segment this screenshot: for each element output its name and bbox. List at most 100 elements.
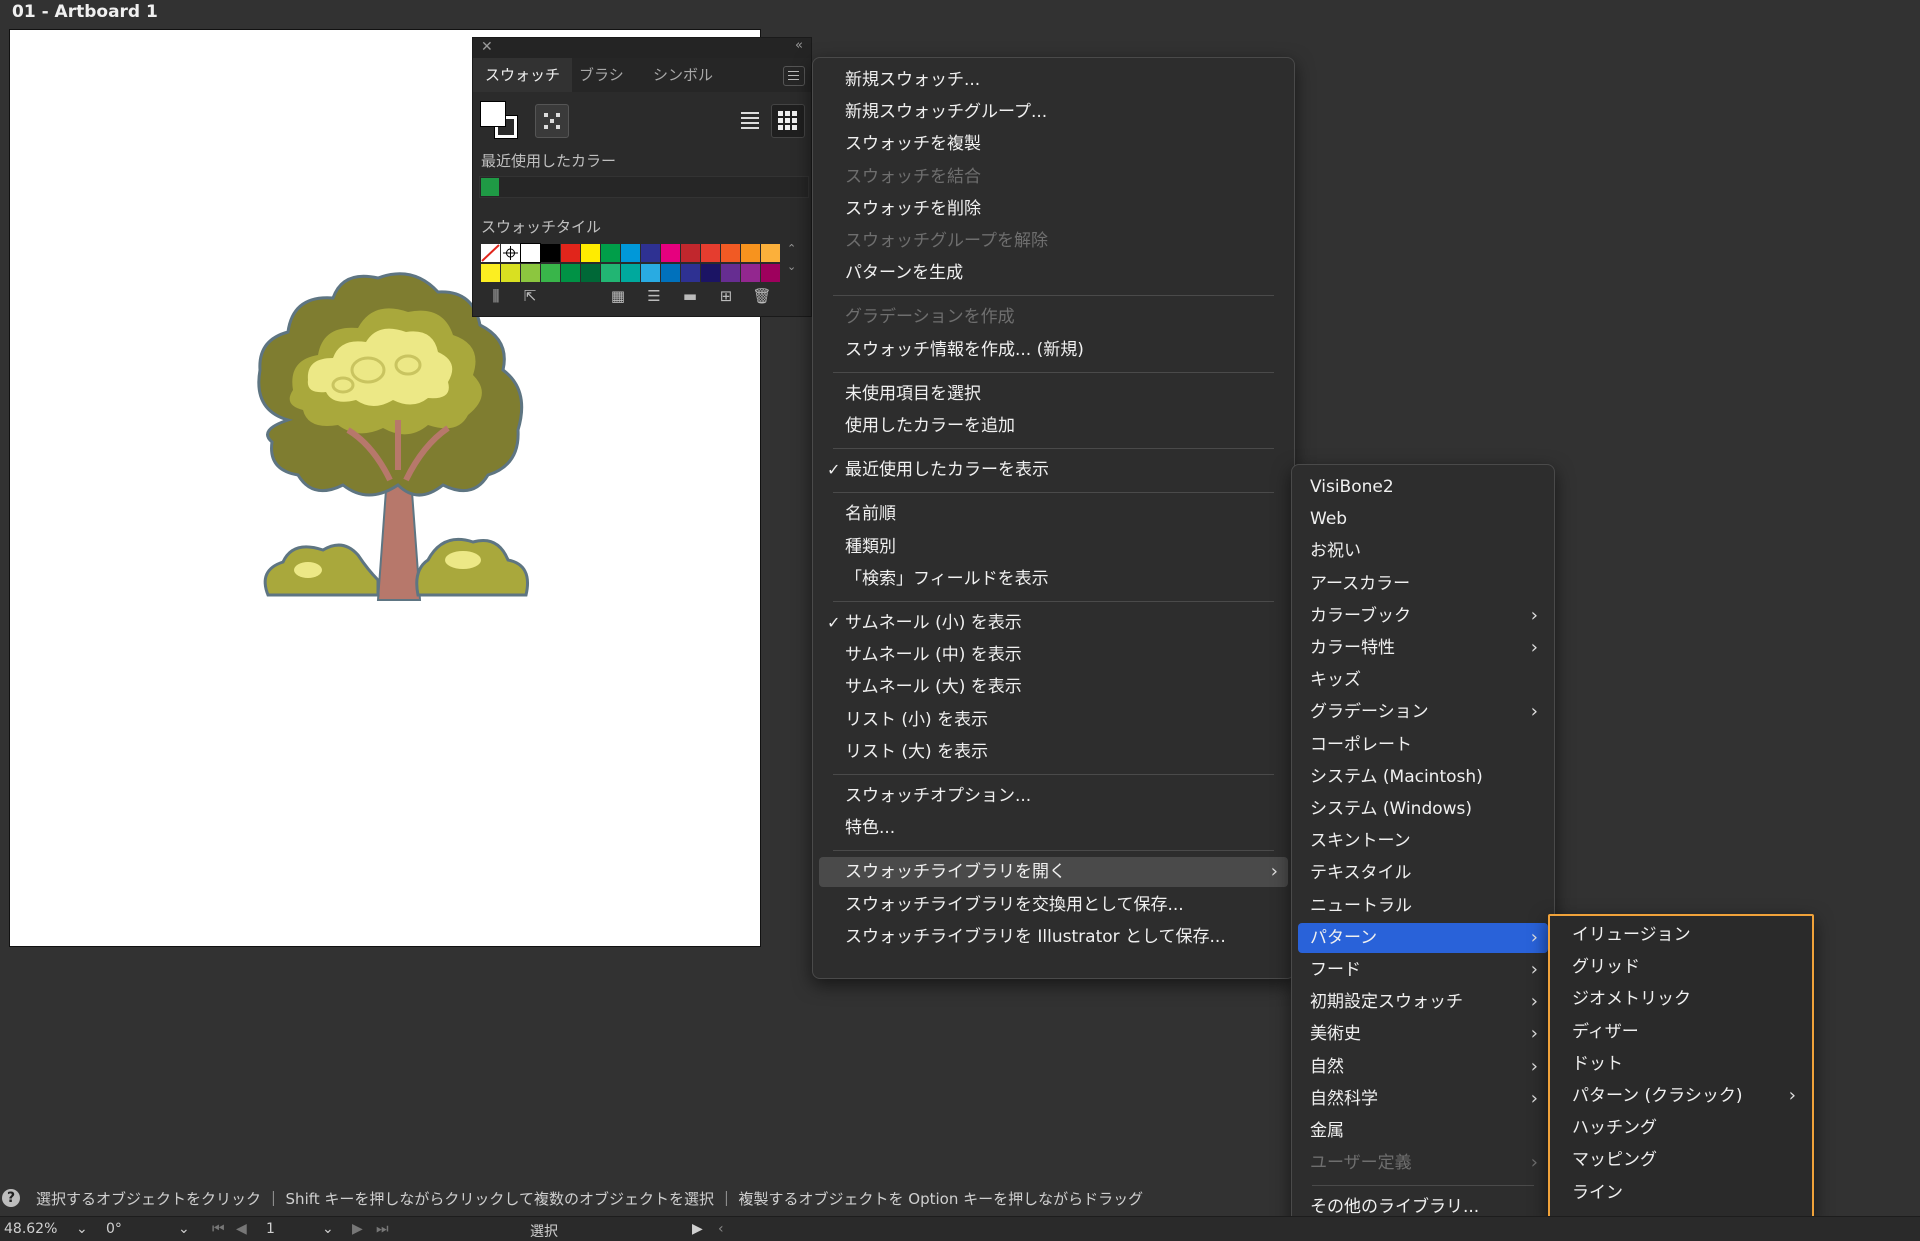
menu-item-14[interactable]: 「検索」フィールドを表示 <box>819 564 1288 594</box>
menu-item-8[interactable]: スウォッチ情報を作成... (新規) <box>819 335 1288 365</box>
swatch-cell[interactable] <box>661 244 680 262</box>
swatch-cell[interactable] <box>761 264 780 282</box>
library-item-2[interactable]: お祝い <box>1298 536 1548 566</box>
library-item-5[interactable]: カラー特性 › <box>1298 633 1548 663</box>
library-item-20[interactable]: 金属 <box>1298 1116 1548 1146</box>
menu-item-1[interactable]: 新規スウォッチグループ... <box>819 97 1288 127</box>
library-item-12[interactable]: テキスタイル <box>1298 858 1548 888</box>
menu-item-2[interactable]: スウォッチを複製 <box>819 129 1288 159</box>
swatch-cell[interactable] <box>581 264 600 282</box>
swatch-cell[interactable] <box>561 244 580 262</box>
new-swatch-icon[interactable]: ⊞ <box>715 286 737 306</box>
menu-item-0[interactable]: 新規スウォッチ... <box>819 65 1288 95</box>
library-item-17[interactable]: 美術史 › <box>1298 1019 1548 1049</box>
swatch-cell[interactable] <box>601 244 620 262</box>
library-item-14[interactable]: パターン › <box>1298 922 1548 953</box>
library-item-19[interactable]: 自然科学 › <box>1298 1084 1548 1114</box>
menu-item-21[interactable]: 特色... <box>819 813 1288 843</box>
panel-menu-icon[interactable] <box>783 66 805 86</box>
swatch-cell[interactable] <box>741 264 760 282</box>
menu-item-18[interactable]: リスト (小) を表示 <box>819 705 1288 735</box>
tab-brushes[interactable]: ブラシ <box>567 58 636 92</box>
pattern-item-0[interactable]: イリュージョン <box>1556 920 1806 950</box>
menu-item-10[interactable]: 使用したカラーを追加 <box>819 411 1288 441</box>
trash-icon[interactable]: 🗑 <box>751 286 773 306</box>
new-color-group-icon[interactable]: ▬ <box>679 286 701 306</box>
menu-item-24[interactable]: スウォッチライブラリを Illustrator として保存... <box>819 922 1288 952</box>
library-item-3[interactable]: アースカラー <box>1298 569 1548 599</box>
tree-illustration[interactable] <box>248 270 548 610</box>
artboard-number[interactable]: 1 <box>266 1221 275 1237</box>
pattern-item-8[interactable]: ライン <box>1556 1178 1806 1208</box>
swatch-cell[interactable] <box>501 264 520 282</box>
pattern-item-6[interactable]: ハッチング <box>1556 1113 1806 1143</box>
library-item-1[interactable]: Web <box>1298 504 1548 534</box>
scroll-down-icon[interactable]: ⌄ <box>787 260 796 273</box>
library-menu-icon[interactable]: ⫼ <box>485 286 507 306</box>
menu-item-6[interactable]: パターンを生成 <box>819 258 1288 288</box>
panel-title-bar[interactable]: ✕ « <box>473 38 811 58</box>
play-icon[interactable]: ▶ <box>692 1221 703 1237</box>
library-item-11[interactable]: スキントーン <box>1298 826 1548 856</box>
swatch-cell[interactable] <box>541 264 560 282</box>
last-artboard-icon[interactable]: ⏭ <box>376 1221 389 1237</box>
library-item-15[interactable]: フード › <box>1298 955 1548 985</box>
swatch-cell[interactable] <box>641 264 660 282</box>
swatch-cell[interactable] <box>621 264 640 282</box>
fill-stroke-icon[interactable] <box>480 101 521 142</box>
swatch-cell[interactable] <box>741 244 760 262</box>
library-item-10[interactable]: システム (Windows) <box>1298 794 1548 824</box>
swatch-cell[interactable] <box>601 264 620 282</box>
menu-item-15[interactable]: ✓ サムネール (小) を表示 <box>819 608 1288 638</box>
scroll-up-icon[interactable]: ⌃ <box>787 242 796 255</box>
swatch-cell[interactable] <box>481 264 500 282</box>
swatch-cell[interactable] <box>481 244 500 262</box>
pattern-item-2[interactable]: ジオメトリック <box>1556 984 1806 1014</box>
library-item-0[interactable]: VisiBone2 <box>1298 472 1548 502</box>
library-item-18[interactable]: 自然 › <box>1298 1052 1548 1082</box>
pattern-item-5[interactable]: パターン (クラシック) › <box>1556 1081 1806 1111</box>
swatch-cell[interactable] <box>641 244 660 262</box>
swatch-cell[interactable] <box>681 244 700 262</box>
library-item-9[interactable]: システム (Macintosh) <box>1298 762 1548 792</box>
menu-item-9[interactable]: 未使用項目を選択 <box>819 379 1288 409</box>
library-item-8[interactable]: コーポレート <box>1298 730 1548 760</box>
pattern-item-7[interactable]: マッピング <box>1556 1145 1806 1175</box>
swatch-options-icon[interactable]: ☰ <box>643 286 665 306</box>
swatch-cell[interactable] <box>501 244 520 262</box>
first-artboard-icon[interactable]: ⏮ <box>212 1221 225 1237</box>
menu-item-16[interactable]: サムネール (中) を表示 <box>819 640 1288 670</box>
collapse-icon[interactable]: « <box>795 38 803 53</box>
pattern-item-1[interactable]: グリッド <box>1556 952 1806 982</box>
rotation-dropdown-icon[interactable]: ⌄ <box>178 1221 190 1237</box>
menu-item-4[interactable]: スウォッチを削除 <box>819 194 1288 224</box>
rotation-value[interactable]: 0° <box>106 1221 122 1237</box>
recent-swatch[interactable] <box>481 178 499 196</box>
zoom-dropdown-icon[interactable]: ⌄ <box>76 1221 88 1237</box>
swatch-cell[interactable] <box>721 244 740 262</box>
menu-item-20[interactable]: スウォッチオプション... <box>819 781 1288 811</box>
menu-item-23[interactable]: スウォッチライブラリを交換用として保存... <box>819 890 1288 920</box>
menu-item-17[interactable]: サムネール (大) を表示 <box>819 672 1288 702</box>
menu-item-19[interactable]: リスト (大) を表示 <box>819 737 1288 767</box>
next-artboard-icon[interactable]: ▶ <box>352 1221 363 1237</box>
swatch-cell[interactable] <box>661 264 680 282</box>
library-item-16[interactable]: 初期設定スウォッチ › <box>1298 987 1548 1017</box>
menu-item-13[interactable]: 種類別 <box>819 532 1288 562</box>
swatch-cell[interactable] <box>701 244 720 262</box>
tab-swatches[interactable]: スウォッチ <box>473 58 573 92</box>
swatch-cell[interactable] <box>561 264 580 282</box>
menu-item-22[interactable]: スウォッチライブラリを開く › <box>819 857 1288 888</box>
swatch-cell[interactable] <box>681 264 700 282</box>
close-icon[interactable]: ✕ <box>481 39 493 55</box>
prev-artboard-icon[interactable]: ◀ <box>236 1221 247 1237</box>
swatch-cell[interactable] <box>721 264 740 282</box>
place-swatch-icon[interactable]: ⇱ <box>519 286 541 306</box>
menu-item-11[interactable]: ✓ 最近使用したカラーを表示 <box>819 455 1288 485</box>
zoom-level[interactable]: 48.62% <box>4 1221 57 1237</box>
swatch-cell[interactable] <box>520 243 541 263</box>
tab-symbols[interactable]: シンボル <box>641 58 725 92</box>
grid-view-icon[interactable] <box>771 104 805 138</box>
swatch-cell[interactable] <box>621 244 640 262</box>
library-item-4[interactable]: カラーブック › <box>1298 601 1548 631</box>
